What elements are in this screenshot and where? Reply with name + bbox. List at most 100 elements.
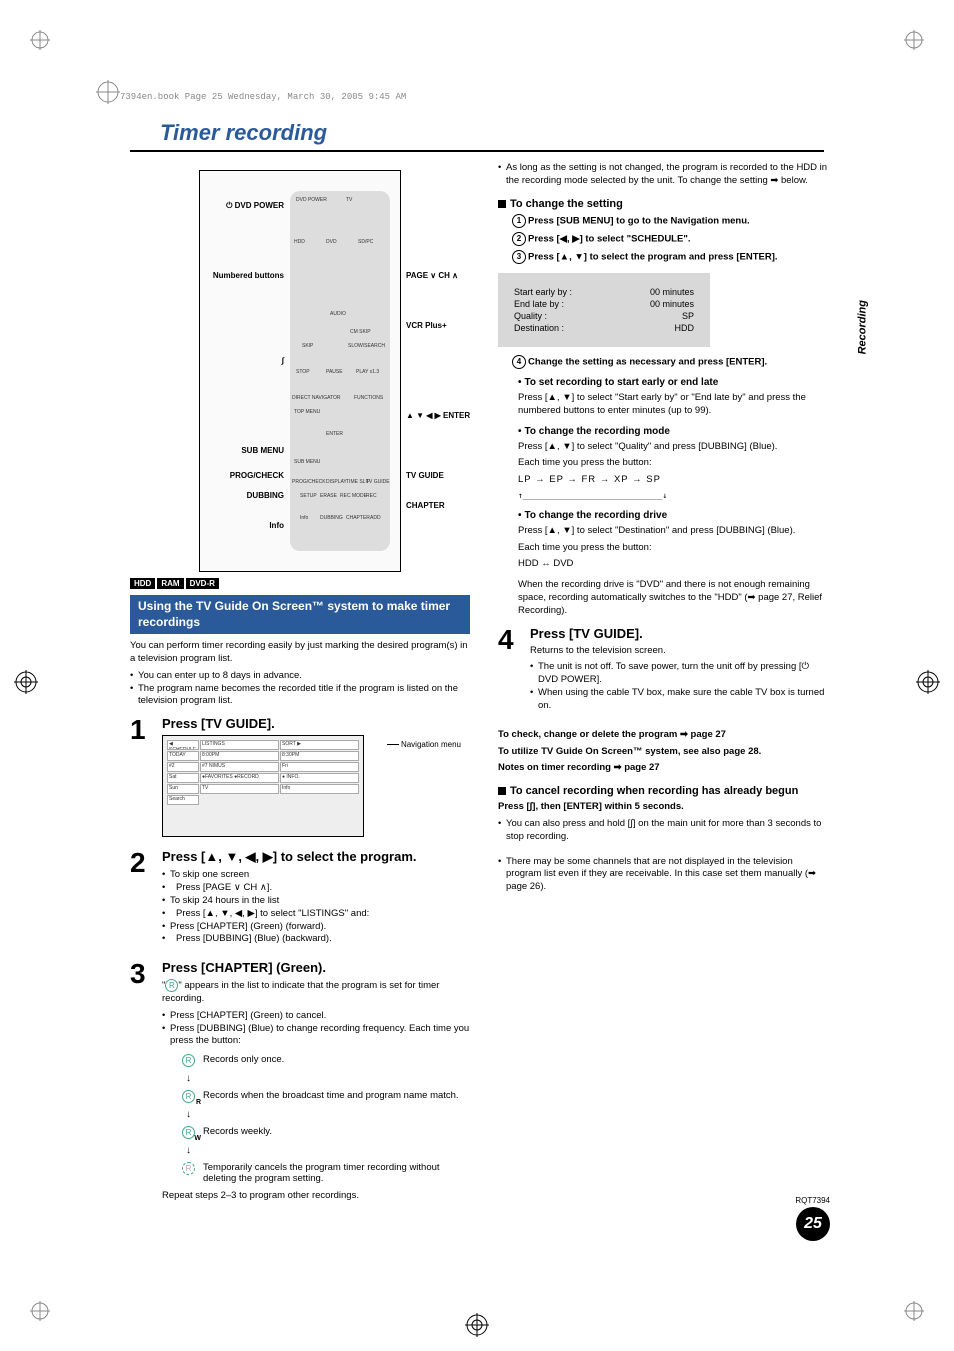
page-number: 25 — [796, 1207, 830, 1241]
cancel-instruction: Press [∫], then [ENTER] within 5 seconds… — [498, 801, 830, 814]
step-1-number: 1 — [130, 716, 154, 841]
step-4-bullets: The unit is not off. To save power, turn… — [530, 661, 830, 712]
guide-cell: LISTINGS — [200, 740, 279, 750]
rec-icon: R — [182, 1054, 195, 1067]
remote-key-label: ERASE — [320, 493, 337, 499]
remote-label: PAGE ∨ CH ∧ — [406, 271, 490, 280]
section-heading: Using the TV Guide On Screen™ system to … — [130, 595, 470, 634]
remote-label: PROG/CHECK — [204, 471, 284, 480]
remote-key-label: Info — [300, 515, 308, 521]
crop-mark-bl — [30, 1301, 50, 1321]
remote-key-label: TV GUIDE — [366, 479, 390, 485]
rec-drive-chain: HDD ↔ DVD — [518, 558, 830, 571]
guide-cell: Search — [167, 795, 199, 805]
sub-rec-mode-body1: Press [▲, ▼] to select "Quality" and pre… — [518, 441, 830, 454]
rec-icon: R — [165, 979, 178, 992]
remote-key-label: STOP — [296, 369, 310, 375]
remote-key-label: SD/PC — [358, 239, 373, 245]
sub-rec-drive-title: To change the recording drive — [518, 510, 830, 521]
remote-label: Numbered buttons — [204, 271, 284, 280]
frequency-desc: Temporarily cancels the program timer re… — [203, 1162, 470, 1184]
frequency-desc: Records weekly. — [203, 1126, 272, 1137]
cancel-head: To cancel recording when recording has a… — [498, 785, 830, 797]
list-item: Press [▲, ▼, ◀, ▶] to select "LISTINGS" … — [162, 908, 470, 921]
title-bar: Timer recording — [130, 120, 824, 152]
cancel-bullet-item: You can also press and hold [∫] on the m… — [498, 818, 830, 844]
crop-mark-br — [904, 1301, 924, 1321]
sub-rec-drive-body2: Each time you press the button: — [518, 542, 830, 555]
remote-key-label: SUB MENU — [294, 459, 320, 465]
guide-cell: #7 NIMUS — [200, 762, 279, 772]
remote-key-label: SLOW/SEARCH — [348, 343, 385, 349]
remote-label: ⏻ DVD POWER — [204, 201, 284, 211]
remote-key-label: FUNCTIONS — [354, 395, 383, 401]
step-3-bullets: Press [CHAPTER] (Green) to cancel.Press … — [162, 1010, 470, 1048]
rec-mode-chain: LP → EP → FR → XP → SP — [518, 474, 830, 487]
step-4-lead: Returns to the television screen. — [530, 645, 830, 658]
remote-key-label: PROG/CHECK — [292, 479, 326, 485]
rec-mode-loop: ↑_____________________________↓ — [518, 491, 830, 502]
remote-key-label: REC — [366, 493, 377, 499]
registration-right — [916, 670, 940, 694]
remote-key-label: DIRECT NAVIGATOR — [292, 395, 341, 401]
change-step-3: 3Press [▲, ▼] to select the program and … — [498, 250, 830, 264]
remote-label: TV GUIDE — [406, 471, 490, 480]
sub-rec-mode-title: To change the recording mode — [518, 426, 830, 437]
page-footer: RQT7394 25 — [795, 1196, 830, 1241]
list-item: Press [DUBBING] (Blue) to change recordi… — [162, 1023, 470, 1049]
remote-key-label: REC MODE — [340, 493, 367, 499]
sub-early-late-title: To set recording to start early or end l… — [518, 377, 830, 388]
remote-key-label: DISPLAY — [326, 479, 347, 485]
list-item: Press [CHAPTER] (Green) (forward). — [162, 921, 470, 934]
remote-label: ∫ — [204, 356, 284, 365]
media-badge: DVD-R — [186, 578, 219, 589]
frequency-row: R Records only once. — [182, 1054, 470, 1067]
guide-cell: 8:00PM — [200, 751, 279, 761]
remote-label: Info — [204, 521, 284, 530]
frequency-desc: Records when the broadcast time and prog… — [203, 1090, 459, 1101]
frequency-row: R Temporarily cancels the program timer r… — [182, 1162, 470, 1184]
settings-panel: Start early by :00 minutesEnd late by :0… — [498, 273, 710, 347]
remote-key-label: TV — [346, 197, 352, 203]
media-badge: RAM — [157, 578, 183, 589]
remote-key-label: TOP MENU — [294, 409, 320, 415]
content: DVD POWERTVHDDDVDSD/PCAUDIOCM SKIPSKIPSL… — [130, 160, 830, 1207]
remote-key-label: PAUSE — [326, 369, 343, 375]
left-column: DVD POWERTVHDDDVDSD/PCAUDIOCM SKIPSKIPSL… — [130, 160, 470, 1207]
step-4: 4 Press [TV GUIDE]. Returns to the telev… — [498, 626, 830, 719]
remote-key-label: CM SKIP — [350, 329, 371, 335]
tv-guide-screenshot: Navigation menu ◀ SCHEDULELISTINGSSORT ▶… — [162, 735, 364, 837]
top-note: As long as the setting is not changed, t… — [498, 162, 830, 188]
right-column: As long as the setting is not changed, t… — [498, 160, 830, 1207]
step-3: 3 Press [CHAPTER] (Green). "R" appears i… — [130, 960, 470, 1207]
change-step-4: 4Change the setting as necessary and pre… — [498, 355, 830, 369]
step-1: 1 Press [TV GUIDE]. Navigation menu ◀ SC… — [130, 716, 470, 841]
page-ref: To utilize TV Guide On Screen™ system, s… — [498, 746, 830, 759]
page: 7394en.book Page 25 Wednesday, March 30,… — [0, 0, 954, 1351]
frequency-desc: Records only once. — [203, 1054, 284, 1065]
media-badges: HDDRAMDVD-R — [130, 578, 470, 589]
change-step-2: 2Press [◀, ▶] to select "SCHEDULE". — [498, 232, 830, 246]
crop-mark-tr — [904, 30, 924, 50]
crop-mark-tl — [30, 30, 50, 50]
change-setting-head: To change the setting — [498, 198, 830, 210]
model-number: RQT7394 — [795, 1196, 830, 1205]
page-ref: Notes on timer recording ➡ page 27 — [498, 762, 830, 775]
step-3-lead: "R" appears in the list to indicate that… — [162, 979, 470, 1006]
remote-body: DVD POWERTVHDDDVDSD/PCAUDIOCM SKIPSKIPSL… — [290, 191, 390, 551]
rec-icon: R — [182, 1162, 195, 1175]
step-2: 2 Press [▲, ▼, ◀, ▶] to select the progr… — [130, 849, 470, 952]
remote-label: ▲ ▼ ◀ ▶ ENTER — [406, 411, 490, 420]
remote-label: DUBBING — [204, 491, 284, 500]
frequency-table: RRecords only once.↓RRRecords when the b… — [182, 1054, 470, 1184]
guide-cell: TV — [200, 784, 279, 794]
intro-bullets: You can enter up to 8 days in advance.Th… — [130, 670, 470, 708]
list-item: You can enter up to 8 days in advance. — [130, 670, 470, 683]
step-1-title: Press [TV GUIDE]. — [162, 716, 470, 731]
guide-cell: Sun — [167, 784, 199, 794]
remote-key-label: SKIP — [302, 343, 313, 349]
guide-cell: Info — [280, 784, 359, 794]
sub-early-late-body: Press [▲, ▼] to select "Start early by" … — [518, 392, 830, 418]
list-item: To skip 24 hours in the list — [162, 895, 470, 908]
step-2-number: 2 — [130, 849, 154, 952]
